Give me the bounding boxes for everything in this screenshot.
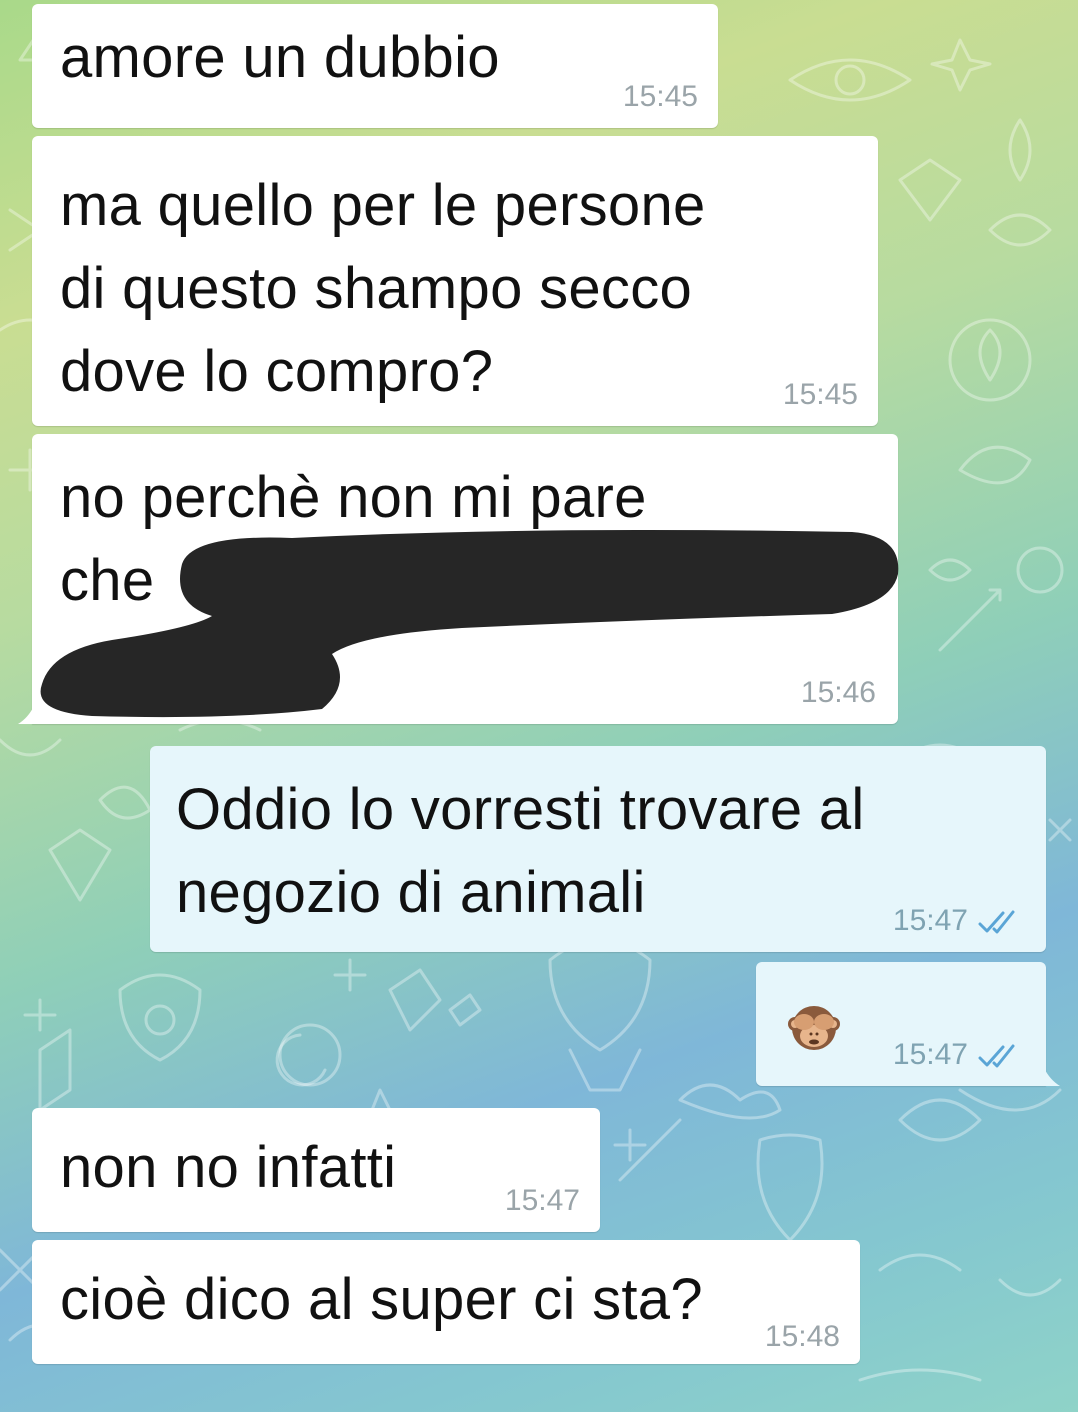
message-time: 15:45 (622, 80, 698, 113)
read-receipt-icon (978, 910, 1015, 934)
bubble-tail (18, 706, 34, 724)
message-bubble-outgoing[interactable]: 15:47 (756, 962, 1060, 1086)
message-time: 15:48 (764, 1320, 840, 1353)
read-receipt-icon (978, 1044, 1015, 1068)
message-text: non no infatti (60, 1135, 397, 1200)
message-time: 15:47 (504, 1184, 580, 1217)
see-no-evil-monkey-icon (788, 1006, 840, 1050)
message-bubble-incoming[interactable]: non no infatti 15:47 (32, 1108, 600, 1232)
message-text: ma quello per le persone di questo shamp… (60, 173, 706, 404)
redaction-scribble (40, 530, 899, 718)
message-bubble-incoming[interactable]: ma quello per le persone di questo shamp… (32, 136, 878, 426)
message-bubble-incoming[interactable]: amore un dubbio 15:45 (32, 4, 718, 128)
message-bubble-incoming[interactable]: no perchè non mi pare che 15:46 (18, 434, 899, 724)
bubble-tail (1044, 1068, 1060, 1086)
message-time: 15:47 (892, 1038, 968, 1071)
message-bubble-outgoing[interactable]: Oddio lo vorresti trovare al negozio di … (150, 746, 1046, 952)
message-time: 15:46 (800, 676, 876, 709)
message-bubble-incoming[interactable]: cioè dico al super ci sta? 15:48 (32, 1240, 860, 1364)
message-time: 15:47 (892, 904, 968, 937)
message-time: 15:45 (782, 378, 858, 411)
message-text: Oddio lo vorresti trovare al negozio di … (176, 777, 865, 925)
message-text: amore un dubbio (60, 25, 500, 90)
message-text: cioè dico al super ci sta? (60, 1267, 703, 1332)
